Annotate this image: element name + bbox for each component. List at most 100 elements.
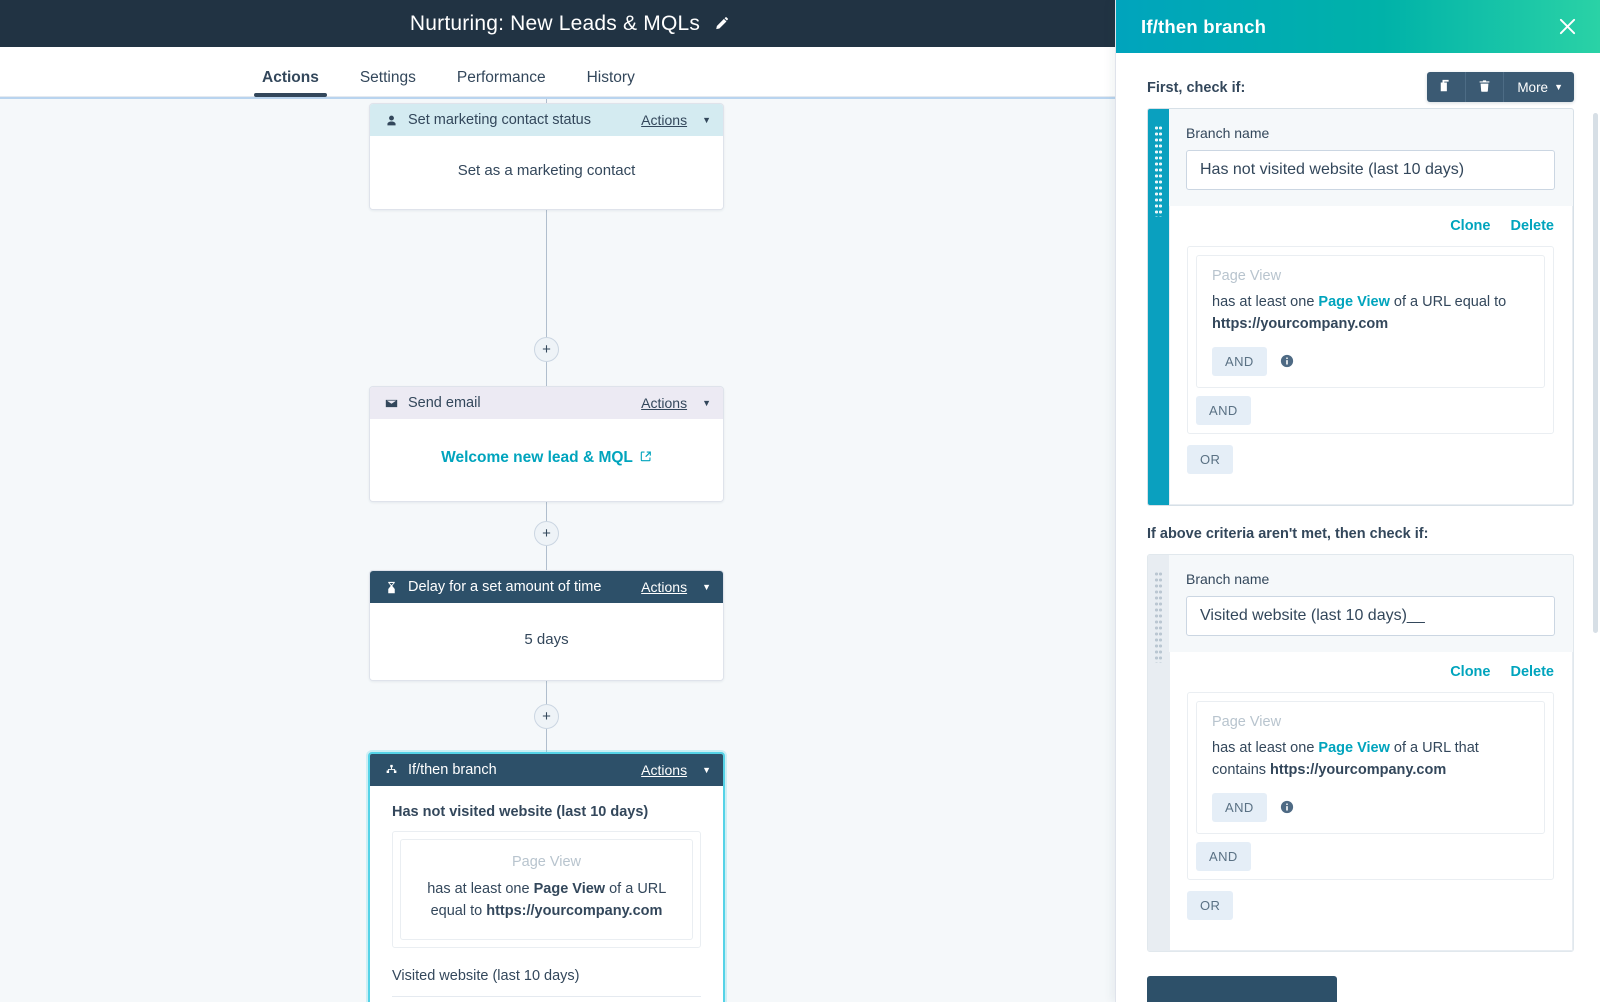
card-body: Has not visited website (last 10 days) P… (370, 786, 723, 1002)
branch-block-2[interactable]: Branch name Clone Delete Page View has a… (1147, 554, 1574, 952)
external-link-icon (640, 449, 652, 467)
trash-icon (1478, 79, 1491, 96)
page-title: Nurturing: New Leads & MQLs (410, 12, 700, 36)
branch-criteria-area-2: Clone Delete Page View has at least one … (1169, 652, 1573, 951)
grip-dots (1155, 125, 1162, 217)
chevron-down-icon[interactable]: ▼ (702, 765, 711, 775)
tab-settings[interactable]: Settings (360, 69, 416, 96)
branch-one-title: Has not visited website (last 10 days) (392, 804, 701, 820)
card-actions-link[interactable]: Actions (641, 395, 687, 411)
clone-link-1[interactable]: Clone (1450, 218, 1490, 234)
panel-header: If/then branch (1116, 0, 1600, 53)
and-outer-button-1[interactable]: AND (1196, 396, 1251, 425)
branch-name-input-1[interactable] (1186, 150, 1555, 190)
panel-title: If/then branch (1141, 16, 1554, 38)
branch-content-2: Branch name Clone Delete Page View has a… (1169, 555, 1573, 951)
branch-one-criteria-group: Page View has at least one Page View of … (392, 831, 701, 948)
info-icon[interactable] (1280, 354, 1295, 369)
delete-link-1[interactable]: Delete (1510, 218, 1554, 234)
workflow-canvas-body: Set marketing contact status Actions ▼ S… (0, 99, 1140, 1002)
filter-property-1[interactable]: Page View (1318, 294, 1389, 310)
or-button-2[interactable]: OR (1187, 891, 1233, 920)
and-inner-button-2[interactable]: AND (1212, 793, 1267, 822)
criteria-value: https://yourcompany.com (486, 903, 662, 919)
filter-sentence-1: has at least one Page View of a URL equa… (1212, 291, 1529, 336)
chevron-down-icon[interactable]: ▼ (702, 115, 711, 125)
workflow-editor-screen: Nurturing: New Leads & MQLs Actions Sett… (0, 0, 1600, 1002)
criteria-object-label: Page View (417, 854, 676, 870)
branch-name-label-1: Branch name (1186, 125, 1555, 141)
add-step-button-2[interactable]: + (534, 521, 559, 546)
filter-prefix-1: has at least one (1212, 294, 1314, 310)
add-step-button-3[interactable]: + (534, 704, 559, 729)
card-title: Delay for a set amount of time (408, 579, 632, 595)
panel-scrollbar[interactable] (1593, 113, 1598, 633)
card-header: Send email Actions ▼ (370, 387, 723, 419)
clone-link-2[interactable]: Clone (1450, 664, 1490, 680)
filter-value-2: https://yourcompany.com (1270, 762, 1446, 778)
action-card-send-email[interactable]: Send email Actions ▼ Welcome new lead & … (369, 386, 724, 502)
action-card-set-marketing-contact-status[interactable]: Set marketing contact status Actions ▼ S… (369, 103, 724, 210)
and-inner-button-1[interactable]: AND (1212, 347, 1267, 376)
card-body: Set as a marketing contact (370, 136, 723, 209)
criteria-prefix: has at least one (427, 881, 529, 897)
and-outer-button-2[interactable]: AND (1196, 842, 1251, 871)
workflow-tabs: Actions Settings Performance History (0, 47, 1140, 97)
or-row-2: OR (1187, 880, 1554, 934)
workflow-titlebar: Nurturing: New Leads & MQLs (0, 0, 1140, 47)
add-step-button-1[interactable]: + (534, 337, 559, 362)
action-card-delay[interactable]: Delay for a set amount of time Actions ▼… (369, 570, 724, 681)
action-card-if-then-branch[interactable]: If/then branch Actions ▼ Has not visited… (368, 752, 725, 1002)
filter-group-1: Page View has at least one Page View of … (1187, 246, 1554, 434)
close-icon[interactable] (1554, 14, 1580, 40)
delete-link-2[interactable]: Delete (1510, 664, 1554, 680)
card-title: If/then branch (408, 762, 632, 778)
card-actions-link[interactable]: Actions (641, 112, 687, 128)
hourglass-icon (384, 580, 399, 595)
chevron-down-icon: ▼ (1554, 82, 1563, 92)
or-button-1[interactable]: OR (1187, 445, 1233, 474)
filter-chip-row-1: AND (1212, 347, 1529, 376)
filter-operator-1: equal to (1455, 294, 1507, 310)
more-menu-button[interactable]: More ▼ (1504, 72, 1574, 102)
info-icon[interactable] (1280, 800, 1295, 815)
or-row-1: OR (1187, 434, 1554, 488)
chevron-down-icon[interactable]: ▼ (702, 582, 711, 592)
branch-tree-icon (384, 763, 399, 778)
branch-block-1[interactable]: Branch name Clone Delete Page View has a… (1147, 108, 1574, 506)
panel-body: First, check if: More ▼ (1116, 53, 1600, 1002)
tab-history[interactable]: History (587, 69, 635, 96)
criteria-sentence: has at least one Page View of a URL equa… (417, 879, 676, 923)
criteria-property: Page View (534, 881, 605, 897)
copy-button[interactable] (1427, 72, 1466, 102)
see-more-button[interactable]: See more (392, 997, 701, 1002)
branch-one-criteria-card: Page View has at least one Page View of … (400, 839, 693, 940)
pencil-icon[interactable] (714, 16, 730, 32)
criteria-mid: of a URL (609, 881, 666, 897)
branch-content-1: Branch name Clone Delete Page View has a… (1169, 109, 1573, 505)
branch-name-input-2[interactable] (1186, 596, 1555, 636)
drag-grip-icon[interactable] (1148, 555, 1169, 951)
panel-footer-button[interactable] (1147, 976, 1337, 1002)
card-actions-link[interactable]: Actions (641, 762, 687, 778)
drag-grip-icon[interactable] (1148, 109, 1169, 505)
filter-mid-1: of a URL (1394, 294, 1451, 310)
branch-criteria-area-1: Clone Delete Page View has at least one … (1169, 206, 1573, 505)
card-title: Set marketing contact status (408, 112, 632, 128)
criteria-operator: equal to (431, 903, 483, 919)
second-check-label: If above criteria aren't met, then check… (1147, 526, 1574, 542)
card-title: Send email (408, 395, 632, 411)
more-label: More (1517, 80, 1548, 95)
branch-actions-2: Clone Delete (1187, 664, 1554, 680)
card-actions-link[interactable]: Actions (641, 579, 687, 595)
email-asset-link[interactable]: Welcome new lead & MQL (441, 449, 652, 467)
filter-card-2[interactable]: Page View has at least one Page View of … (1196, 701, 1545, 834)
email-asset-label: Welcome new lead & MQL (441, 449, 633, 467)
tab-performance[interactable]: Performance (457, 69, 546, 96)
tab-actions[interactable]: Actions (262, 69, 319, 96)
delete-button[interactable] (1466, 72, 1504, 102)
filter-card-1[interactable]: Page View has at least one Page View of … (1196, 255, 1545, 388)
filter-property-2[interactable]: Page View (1318, 740, 1389, 756)
branch-two-title: Visited website (last 10 days) (392, 962, 701, 984)
chevron-down-icon[interactable]: ▼ (702, 398, 711, 408)
